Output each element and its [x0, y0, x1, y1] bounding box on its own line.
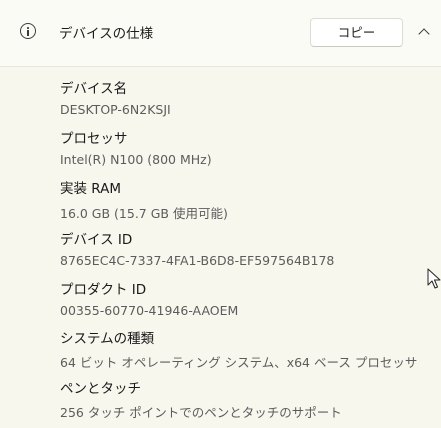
- mouse-cursor-icon: [427, 268, 441, 289]
- product-id-label: プロダクト ID: [60, 282, 147, 298]
- ram-value: 16.0 GB (15.7 GB 使用可能): [60, 206, 228, 221]
- system-type-label: システムの種類: [60, 331, 155, 347]
- device-specs-panel: デバイスの仕様 コピー デバイス名 DESKTOP-6N2KSJI プロセッサ …: [0, 0, 441, 428]
- chevron-up-icon[interactable]: [418, 28, 430, 40]
- info-icon: [20, 23, 36, 39]
- processor-label: プロセッサ: [60, 131, 128, 147]
- device-name-value: DESKTOP-6N2KSJI: [60, 102, 171, 117]
- pen-touch-label: ペンとタッチ: [60, 381, 141, 397]
- device-name-label: デバイス名: [60, 81, 128, 97]
- device-id-label: デバイス ID: [60, 232, 133, 248]
- system-type-value: 64 ビット オペレーティング システム、x64 ベース プロセッサ: [60, 355, 418, 370]
- processor-value: Intel(R) N100 (800 MHz): [60, 152, 212, 167]
- product-id-value: 00355-60770-41946-AAOEM: [60, 303, 239, 318]
- device-id-value: 8765EC4C-7337-4FA1-B6D8-EF597564B178: [60, 253, 335, 268]
- ram-label: 実装 RAM: [60, 181, 122, 197]
- device-specs-header[interactable]: デバイスの仕様 コピー: [0, 0, 441, 67]
- copy-button[interactable]: コピー: [310, 18, 403, 47]
- pen-touch-value: 256 タッチ ポイントでのペンとタッチのサポート: [60, 405, 342, 420]
- section-title: デバイスの仕様: [59, 26, 154, 42]
